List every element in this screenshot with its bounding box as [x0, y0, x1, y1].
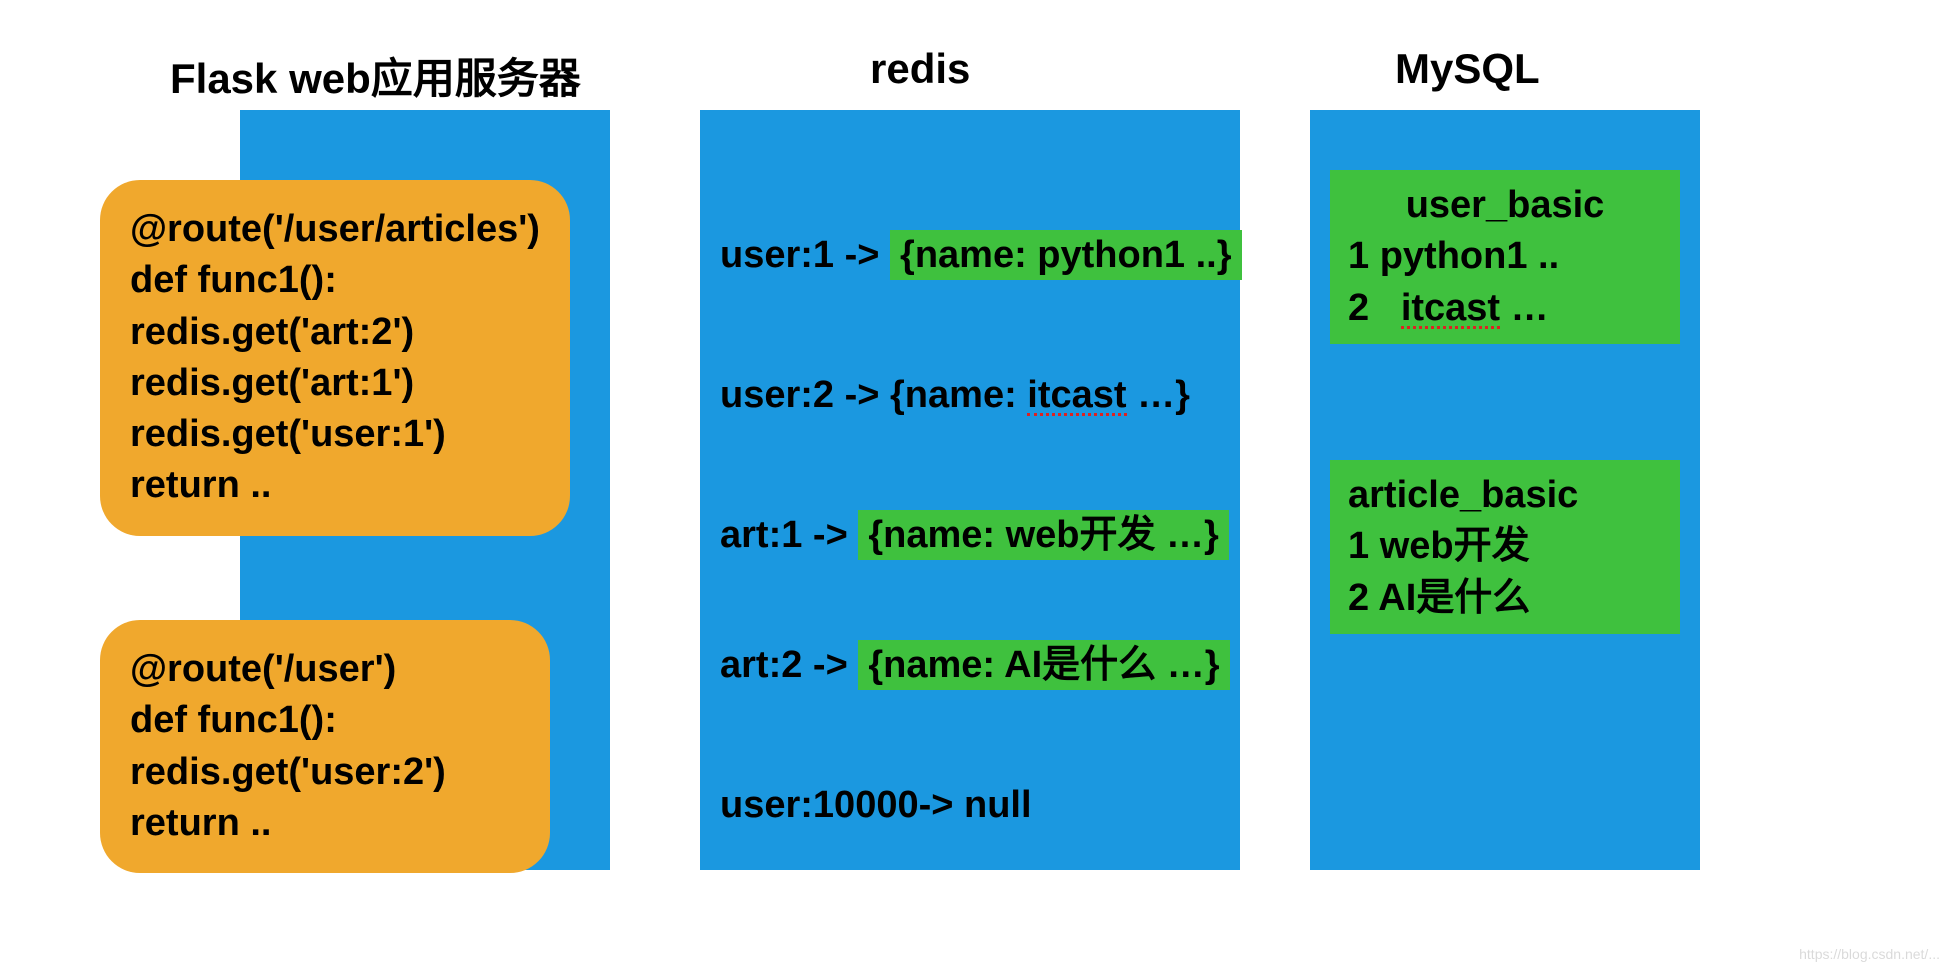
redis-entry-art2: art:2 -> {name: AI是什么 …} [720, 640, 1230, 691]
table-name: user_basic [1348, 180, 1662, 231]
redis-entry-art1: art:1 -> {name: web开发 …} [720, 510, 1229, 561]
code-line: redis.get('art:2') [130, 307, 540, 358]
row-prefix: 2 [1348, 287, 1401, 329]
table-name: article_basic [1348, 470, 1662, 521]
redis-key: user:1 -> [720, 234, 890, 276]
redis-value-highlight: {name: AI是什么 …} [858, 640, 1229, 690]
redis-key: art:1 -> [720, 514, 858, 556]
mysql-table-article-basic: article_basic 1 web开发 2 AI是什么 [1330, 460, 1680, 634]
redis-column [700, 110, 1240, 870]
code-line: redis.get('user:2') [130, 747, 520, 798]
redis-underlined: itcast [1027, 377, 1126, 416]
redis-entry-null: user:10000-> null [720, 780, 1032, 831]
redis-value-highlight: {name: web开发 …} [858, 510, 1229, 560]
code-line: redis.get('user:1') [130, 409, 540, 460]
redis-value-highlight: {name: python1 ..} [890, 230, 1242, 280]
mysql-table-user-basic: user_basic 1 python1 .. 2 itcast … [1330, 170, 1680, 344]
code-line: def func1(): [130, 695, 520, 746]
flask-func2-box: @route('/user') def func1(): redis.get('… [100, 620, 550, 873]
title-flask: Flask web应用服务器 [170, 45, 581, 106]
redis-text: …} [1127, 374, 1190, 416]
watermark: https://blog.csdn.net/... [1799, 946, 1940, 962]
flask-func1-box: @route('/user/articles') def func1(): re… [100, 180, 570, 536]
row-suffix: … [1500, 287, 1549, 329]
code-line: @route('/user') [130, 644, 520, 695]
table-row: 1 web开发 [1348, 521, 1662, 572]
table-row: 2 AI是什么 [1348, 573, 1662, 624]
table-row: 2 itcast … [1348, 283, 1662, 334]
code-line: def func1(): [130, 255, 540, 306]
title-mysql: MySQL [1395, 45, 1540, 93]
redis-entry-user1: user:1 -> {name: python1 ..} [720, 230, 1242, 281]
row-underlined: itcast [1401, 290, 1500, 329]
title-redis: redis [870, 45, 970, 93]
code-line: return .. [130, 798, 520, 849]
redis-key: art:2 -> [720, 644, 858, 686]
redis-text: user:2 -> {name: [720, 374, 1027, 416]
code-line: return .. [130, 460, 540, 511]
redis-entry-user2: user:2 -> {name: itcast …} [720, 370, 1190, 421]
code-line: @route('/user/articles') [130, 204, 540, 255]
table-row: 1 python1 .. [1348, 231, 1662, 282]
code-line: redis.get('art:1') [130, 358, 540, 409]
